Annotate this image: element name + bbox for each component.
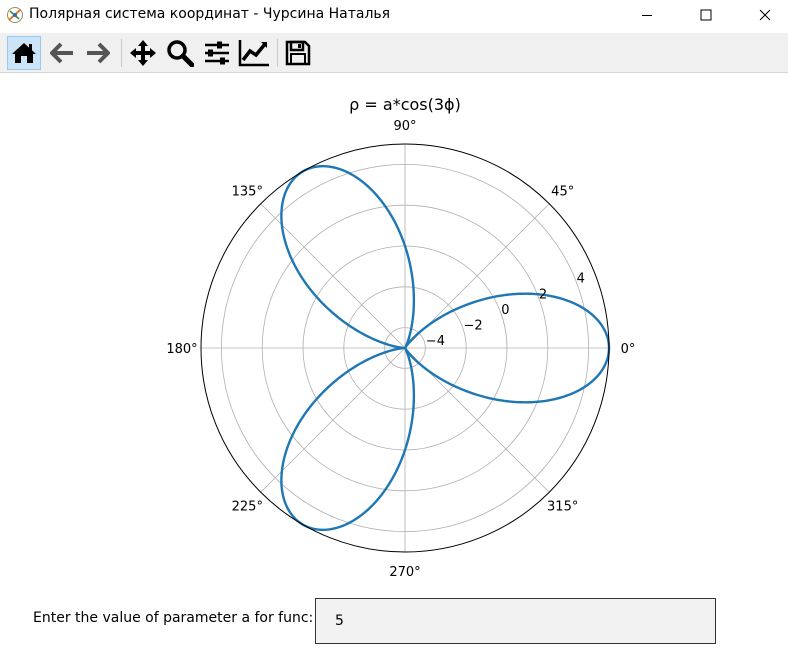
angular-tick-label: 0° (621, 342, 636, 357)
parameter-label: Enter the value of parameter a for func: (33, 610, 314, 626)
angular-tick-label: 135° (232, 184, 263, 199)
angular-tick-label: 45° (551, 184, 574, 199)
title-bar: Полярная система координат - Чурсина Нат… (0, 0, 788, 32)
polar-plot[interactable]: ρ = a*cos(3ϕ) 0° 45° 90° 135° 180° 225° 270° 31… (0, 73, 788, 593)
maximize-button[interactable] (683, 0, 729, 30)
angular-tick-label: 180° (166, 342, 197, 357)
radial-tick-label: −4 (426, 334, 445, 349)
pan-icon (130, 40, 156, 66)
close-icon (759, 9, 771, 21)
minimize-icon (642, 15, 652, 16)
home-button[interactable] (7, 36, 41, 70)
radial-tick-label: −2 (464, 319, 483, 334)
maximize-icon (700, 9, 712, 21)
radial-tick-label: 4 (577, 272, 585, 287)
zoom-button[interactable] (163, 36, 197, 70)
subplots-config-icon (205, 41, 229, 65)
edit-axis-button[interactable] (237, 36, 271, 70)
radial-tick-labels: −4 −2 0 2 4 (426, 272, 585, 350)
zoom-icon (167, 40, 194, 67)
parameter-a-input[interactable] (315, 598, 716, 644)
home-icon (12, 43, 36, 63)
back-button[interactable] (45, 36, 79, 70)
angular-tick-label: 270° (389, 565, 420, 580)
app-icon (7, 7, 23, 23)
window-title: Полярная система координат - Чурсина Нат… (29, 6, 391, 22)
edit-axis-icon (238, 40, 269, 67)
save-icon (285, 40, 311, 66)
close-button[interactable] (742, 0, 788, 30)
radial-tick-label: 0 (501, 303, 509, 318)
angular-tick-label: 225° (232, 500, 263, 515)
configure-subplots-button[interactable] (200, 36, 234, 70)
forward-button[interactable] (81, 36, 115, 70)
angular-tick-label: 90° (393, 119, 416, 134)
back-arrow-icon (50, 42, 73, 64)
toolbar-separator (277, 39, 278, 67)
angular-tick-label: 315° (547, 500, 578, 515)
navigation-toolbar (0, 33, 788, 73)
pan-button[interactable] (126, 36, 160, 70)
radial-tick-label: 2 (539, 287, 547, 302)
minimize-button[interactable] (624, 0, 670, 30)
save-button[interactable] (281, 36, 315, 70)
toolbar-separator (121, 39, 122, 67)
plot-title: ρ = a*cos(3ϕ) (349, 95, 461, 114)
forward-arrow-icon (87, 42, 110, 64)
